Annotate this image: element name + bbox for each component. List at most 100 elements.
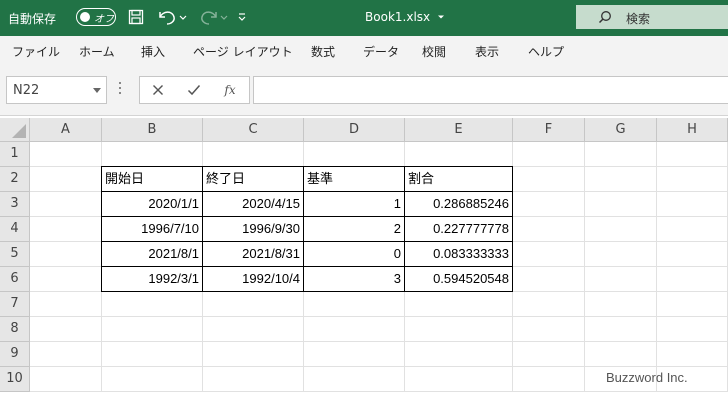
cell-a7[interactable] bbox=[30, 292, 102, 317]
cell-c1[interactable] bbox=[203, 142, 304, 167]
cell-e9[interactable] bbox=[405, 342, 513, 367]
cancel-button[interactable] bbox=[140, 77, 176, 103]
cell-d1[interactable] bbox=[304, 142, 405, 167]
cell-f8[interactable] bbox=[513, 317, 585, 342]
cell-d3[interactable]: 1 bbox=[304, 192, 405, 217]
cell-h6[interactable] bbox=[657, 267, 728, 292]
cell-e10[interactable] bbox=[405, 367, 513, 392]
cell-d7[interactable] bbox=[304, 292, 405, 317]
file-title[interactable]: Book1.xlsx bbox=[340, 10, 470, 24]
cell-e5[interactable]: 0.083333333 bbox=[405, 242, 513, 267]
tab-review[interactable]: 校閲 bbox=[422, 43, 446, 60]
cell-b3[interactable]: 2020/1/1 bbox=[102, 192, 203, 217]
cell-c3[interactable]: 2020/4/15 bbox=[203, 192, 304, 217]
row-header-9[interactable]: 9 bbox=[0, 342, 30, 367]
column-header-a[interactable]: A bbox=[30, 118, 102, 142]
chevron-down-icon[interactable] bbox=[93, 88, 101, 93]
cell-b7[interactable] bbox=[102, 292, 203, 317]
cell-b6[interactable]: 1992/3/1 bbox=[102, 267, 203, 292]
cell-b4[interactable]: 1996/7/10 bbox=[102, 217, 203, 242]
select-all-button[interactable] bbox=[0, 118, 30, 142]
column-header-f[interactable]: F bbox=[513, 118, 585, 142]
cell-f5[interactable] bbox=[513, 242, 585, 267]
cell-b2[interactable]: 開始日 bbox=[102, 167, 203, 192]
cell-c10[interactable] bbox=[203, 367, 304, 392]
cell-d10[interactable] bbox=[304, 367, 405, 392]
row-header-1[interactable]: 1 bbox=[0, 142, 30, 167]
undo-button[interactable] bbox=[154, 7, 188, 27]
tab-insert[interactable]: 挿入 bbox=[141, 43, 165, 60]
column-header-c[interactable]: C bbox=[203, 118, 304, 142]
cell-h5[interactable] bbox=[657, 242, 728, 267]
save-button[interactable] bbox=[126, 7, 146, 27]
cell-h7[interactable] bbox=[657, 292, 728, 317]
cell-a4[interactable] bbox=[30, 217, 102, 242]
cell-f9[interactable] bbox=[513, 342, 585, 367]
cell-d2[interactable]: 基準 bbox=[304, 167, 405, 192]
cell-g4[interactable] bbox=[585, 217, 657, 242]
row-header-6[interactable]: 6 bbox=[0, 267, 30, 292]
formula-input[interactable] bbox=[253, 76, 728, 104]
cell-f4[interactable] bbox=[513, 217, 585, 242]
cell-g1[interactable] bbox=[585, 142, 657, 167]
column-header-d[interactable]: D bbox=[304, 118, 405, 142]
column-header-h[interactable]: H bbox=[657, 118, 728, 142]
cell-c5[interactable]: 2021/8/31 bbox=[203, 242, 304, 267]
row-header-8[interactable]: 8 bbox=[0, 317, 30, 342]
cell-b8[interactable] bbox=[102, 317, 203, 342]
cell-a3[interactable] bbox=[30, 192, 102, 217]
cell-h9[interactable] bbox=[657, 342, 728, 367]
cell-e3[interactable]: 0.286885246 bbox=[405, 192, 513, 217]
cell-e4[interactable]: 0.227777778 bbox=[405, 217, 513, 242]
cell-e2[interactable]: 割合 bbox=[405, 167, 513, 192]
column-header-b[interactable]: B bbox=[102, 118, 203, 142]
cell-a2[interactable] bbox=[30, 167, 102, 192]
cell-a10[interactable] bbox=[30, 367, 102, 392]
cell-h2[interactable] bbox=[657, 167, 728, 192]
row-header-2[interactable]: 2 bbox=[0, 167, 30, 192]
cell-h1[interactable] bbox=[657, 142, 728, 167]
cell-c2[interactable]: 終了日 bbox=[203, 167, 304, 192]
cell-b9[interactable] bbox=[102, 342, 203, 367]
cell-f3[interactable] bbox=[513, 192, 585, 217]
tab-file[interactable]: ファイル bbox=[12, 43, 60, 60]
cell-f10[interactable] bbox=[513, 367, 585, 392]
cell-c9[interactable] bbox=[203, 342, 304, 367]
cell-f6[interactable] bbox=[513, 267, 585, 292]
cell-a5[interactable] bbox=[30, 242, 102, 267]
insert-function-button[interactable]: fx bbox=[212, 77, 248, 103]
customize-toolbar-button[interactable] bbox=[234, 7, 250, 27]
cell-h8[interactable] bbox=[657, 317, 728, 342]
cell-f1[interactable] bbox=[513, 142, 585, 167]
row-header-4[interactable]: 4 bbox=[0, 217, 30, 242]
cell-g9[interactable] bbox=[585, 342, 657, 367]
cell-d4[interactable]: 2 bbox=[304, 217, 405, 242]
cell-g2[interactable] bbox=[585, 167, 657, 192]
cell-g6[interactable] bbox=[585, 267, 657, 292]
cell-c7[interactable] bbox=[203, 292, 304, 317]
row-header-7[interactable]: 7 bbox=[0, 292, 30, 317]
cell-h3[interactable] bbox=[657, 192, 728, 217]
cell-g8[interactable] bbox=[585, 317, 657, 342]
cell-d8[interactable] bbox=[304, 317, 405, 342]
tab-page-layout[interactable]: ページ レイアウト bbox=[193, 43, 293, 60]
tab-home[interactable]: ホーム bbox=[79, 43, 115, 60]
search-box[interactable]: 検索 bbox=[576, 5, 728, 29]
cell-g7[interactable] bbox=[585, 292, 657, 317]
cell-g5[interactable] bbox=[585, 242, 657, 267]
column-header-g[interactable]: G bbox=[585, 118, 657, 142]
cell-c4[interactable]: 1996/9/30 bbox=[203, 217, 304, 242]
row-header-5[interactable]: 5 bbox=[0, 242, 30, 267]
cell-a9[interactable] bbox=[30, 342, 102, 367]
cell-c8[interactable] bbox=[203, 317, 304, 342]
row-header-3[interactable]: 3 bbox=[0, 192, 30, 217]
cell-b10[interactable] bbox=[102, 367, 203, 392]
cell-d9[interactable] bbox=[304, 342, 405, 367]
column-header-e[interactable]: E bbox=[405, 118, 513, 142]
cell-f2[interactable] bbox=[513, 167, 585, 192]
enter-button[interactable] bbox=[176, 77, 212, 103]
tab-data[interactable]: データ bbox=[363, 43, 399, 60]
cell-a8[interactable] bbox=[30, 317, 102, 342]
cell-d6[interactable]: 3 bbox=[304, 267, 405, 292]
cell-a1[interactable] bbox=[30, 142, 102, 167]
